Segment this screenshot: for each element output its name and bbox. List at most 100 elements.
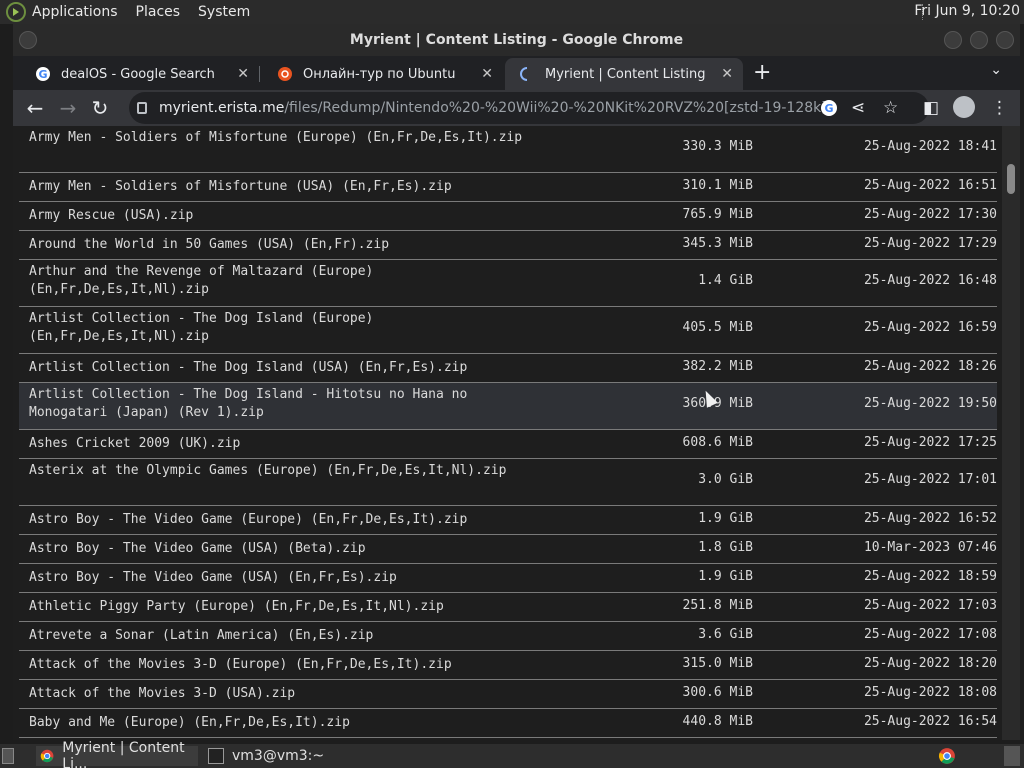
file-size: 1.4 GiB: [698, 273, 753, 288]
tab-strip: G dealOS - Google Search ✕ Онлайн-тур по…: [13, 56, 1020, 90]
tab-close-icon[interactable]: ✕: [481, 66, 493, 82]
table-row[interactable]: Army Rescue (USA).zip 765.9 MiB 25-Aug-202…: [19, 202, 997, 231]
taskbar-item-chrome[interactable]: Myrient | Content Li...: [36, 740, 198, 768]
table-row[interactable]: Artlist Collection - The Dog Island - Hi…: [19, 383, 997, 430]
forward-arrow-icon[interactable]: →: [56, 96, 80, 120]
file-size: 310.1 MiB: [682, 178, 753, 193]
file-date: 25-Aug-2022 16:51: [863, 178, 997, 193]
more-menu-icon[interactable]: ⋮: [991, 98, 1008, 118]
file-link[interactable]: Army Men - Soldiers of Misfortune (Europ…: [29, 129, 549, 147]
file-size: 360.9 MiB: [682, 396, 753, 411]
desktop-top-panel: Applications Places System Fri Jun 9, 10…: [0, 0, 1024, 24]
file-date: 10-Mar-2023 07:46: [863, 540, 997, 555]
taskbar-label: Myrient | Content Li...: [62, 740, 185, 768]
tab-ubuntu-tour[interactable]: Онлайн-тур по Ubuntu ✕: [263, 58, 503, 90]
svg-text:G: G: [824, 102, 833, 115]
menu-places[interactable]: Places: [136, 4, 181, 20]
show-desktop-icon[interactable]: [2, 746, 22, 766]
file-link[interactable]: Artlist Collection - The Dog Island - Hi…: [29, 386, 549, 422]
table-row[interactable]: Ashes Cricket 2009 (UK).zip 608.6 MiB 25-A…: [19, 430, 997, 459]
file-date: 25-Aug-2022 19:50: [863, 396, 997, 411]
file-link[interactable]: Around the World in 50 Games (USA) (En,F…: [29, 236, 549, 254]
table-row[interactable]: Around the World in 50 Games (USA) (En,F…: [19, 231, 997, 260]
lock-icon[interactable]: [137, 102, 147, 114]
page-scrollbar[interactable]: [1002, 126, 1020, 740]
bookmark-star-icon[interactable]: ☆: [883, 98, 898, 118]
file-date: 25-Aug-2022 18:26: [863, 359, 997, 374]
file-size: 608.6 MiB: [682, 435, 753, 450]
clock[interactable]: Fri Jun 9, 10:20: [914, 3, 1020, 19]
taskbar-item-terminal[interactable]: vm3@vm3:~: [206, 746, 346, 766]
loading-icon: [520, 67, 528, 81]
tab-label: Myrient | Content Listing: [545, 66, 706, 82]
share-icon[interactable]: ⋖: [851, 98, 865, 118]
maximize-button[interactable]: [970, 31, 988, 49]
scrollbar-thumb[interactable]: [1007, 164, 1015, 194]
window-titlebar[interactable]: Myrient | Content Listing - Google Chrom…: [13, 24, 1020, 56]
url-host: myrient.erista.me: [159, 100, 285, 116]
file-link[interactable]: Army Rescue (USA).zip: [29, 207, 549, 225]
tab-close-icon[interactable]: ✕: [721, 66, 733, 82]
file-size: 382.2 MiB: [682, 359, 753, 374]
table-row[interactable]: Army Men - Soldiers of Misfortune (USA) …: [19, 173, 997, 202]
content-listing: Army Men - Soldiers of Misfortune (Europ…: [13, 126, 1002, 740]
file-link[interactable]: Army Men - Soldiers of Misfortune (USA) …: [29, 178, 549, 196]
table-row[interactable]: Baby and Me (Europe) (En,Fr,De,Es,It).zi…: [19, 709, 997, 738]
new-tab-plus-icon[interactable]: +: [753, 60, 771, 85]
close-window-button[interactable]: [996, 31, 1014, 49]
tab-label: dealOS - Google Search: [61, 66, 215, 82]
side-panel-icon[interactable]: ◧: [923, 98, 939, 118]
file-link[interactable]: Arthur and the Revenge of Maltazard (Eur…: [29, 263, 549, 299]
tab-close-icon[interactable]: ✕: [237, 66, 249, 82]
table-row[interactable]: Artlist Collection - The Dog Island (USA…: [19, 354, 997, 383]
file-link[interactable]: Astro Boy - The Video Game (USA) (En,Fr,…: [29, 569, 549, 587]
file-link[interactable]: Artlist Collection - The Dog Island (Eur…: [29, 310, 549, 346]
table-row[interactable]: Asterix at the Olympic Games (Europe) (E…: [19, 459, 997, 506]
table-row[interactable]: Army Men - Soldiers of Misfortune (Europ…: [19, 126, 997, 173]
terminal-icon: [208, 748, 224, 764]
profile-avatar-icon[interactable]: [953, 96, 975, 118]
table-row[interactable]: Atrevete a Sonar (Latin America) (En,Es)…: [19, 622, 997, 651]
menu-applications[interactable]: Applications: [32, 4, 118, 20]
tray-chrome-icon[interactable]: [938, 747, 956, 765]
back-arrow-icon[interactable]: ←: [23, 96, 47, 120]
table-row[interactable]: Attack of the Movies 3-D (Europe) (En,Fr…: [19, 651, 997, 680]
menu-system[interactable]: System: [198, 4, 250, 20]
google-lens-icon[interactable]: G: [819, 98, 839, 118]
file-link[interactable]: Astro Boy - The Video Game (USA) (Beta).…: [29, 540, 549, 558]
file-link[interactable]: Ashes Cricket 2009 (UK).zip: [29, 435, 549, 453]
window-menu-button[interactable]: [19, 31, 37, 49]
file-link[interactable]: Astro Boy - The Video Game (Europe) (En,…: [29, 511, 549, 529]
tab-google-search[interactable]: G dealOS - Google Search ✕: [21, 58, 260, 90]
table-row[interactable]: Astro Boy - The Video Game (Europe) (En,…: [19, 506, 997, 535]
workspace-switcher[interactable]: [1004, 746, 1020, 766]
table-row[interactable]: Arthur and the Revenge of Maltazard (Eur…: [19, 260, 997, 307]
file-link[interactable]: Attack of the Movies 3-D (USA).zip: [29, 685, 549, 703]
minimize-button[interactable]: [944, 31, 962, 49]
tab-myrient[interactable]: Myrient | Content Listing ✕: [505, 58, 743, 90]
file-size: 405.5 MiB: [682, 320, 753, 335]
desktop-logo-icon[interactable]: [6, 2, 26, 22]
svg-text:G: G: [38, 68, 47, 81]
window-title: Myrient | Content Listing - Google Chrom…: [349, 32, 684, 48]
table-row[interactable]: Astro Boy - The Video Game (USA) (En,Fr,…: [19, 564, 997, 593]
file-link[interactable]: Attack of the Movies 3-D (Europe) (En,Fr…: [29, 656, 549, 674]
file-link[interactable]: Artlist Collection - The Dog Island (USA…: [29, 359, 549, 377]
file-size: 1.9 GiB: [698, 569, 753, 584]
file-link[interactable]: Asterix at the Olympic Games (Europe) (E…: [29, 462, 549, 480]
tab-label: Онлайн-тур по Ubuntu: [303, 66, 456, 82]
file-link[interactable]: Atrevete a Sonar (Latin America) (En,Es)…: [29, 627, 549, 645]
table-row[interactable]: Artlist Collection - The Dog Island (Eur…: [19, 307, 997, 354]
taskbar-label: vm3@vm3:~: [232, 748, 325, 764]
file-date: 25-Aug-2022 17:29: [863, 236, 997, 251]
file-size: 440.8 MiB: [682, 714, 753, 729]
file-link[interactable]: Baby and Me (Europe) (En,Fr,De,Es,It).zi…: [29, 714, 549, 732]
address-bar[interactable]: myrient.erista.me /files/Redump/Nintendo…: [129, 92, 929, 124]
reload-icon[interactable]: ↻: [88, 96, 112, 120]
table-row[interactable]: Attack of the Movies 3-D (USA).zip 300.6 …: [19, 680, 997, 709]
tab-search-chevron-icon[interactable]: ⌄: [990, 62, 1002, 78]
file-size: 1.8 GiB: [698, 540, 753, 555]
table-row[interactable]: Astro Boy - The Video Game (USA) (Beta).…: [19, 535, 997, 564]
file-link[interactable]: Athletic Piggy Party (Europe) (En,Fr,De,…: [29, 598, 549, 616]
table-row[interactable]: Athletic Piggy Party (Europe) (En,Fr,De,…: [19, 593, 997, 622]
